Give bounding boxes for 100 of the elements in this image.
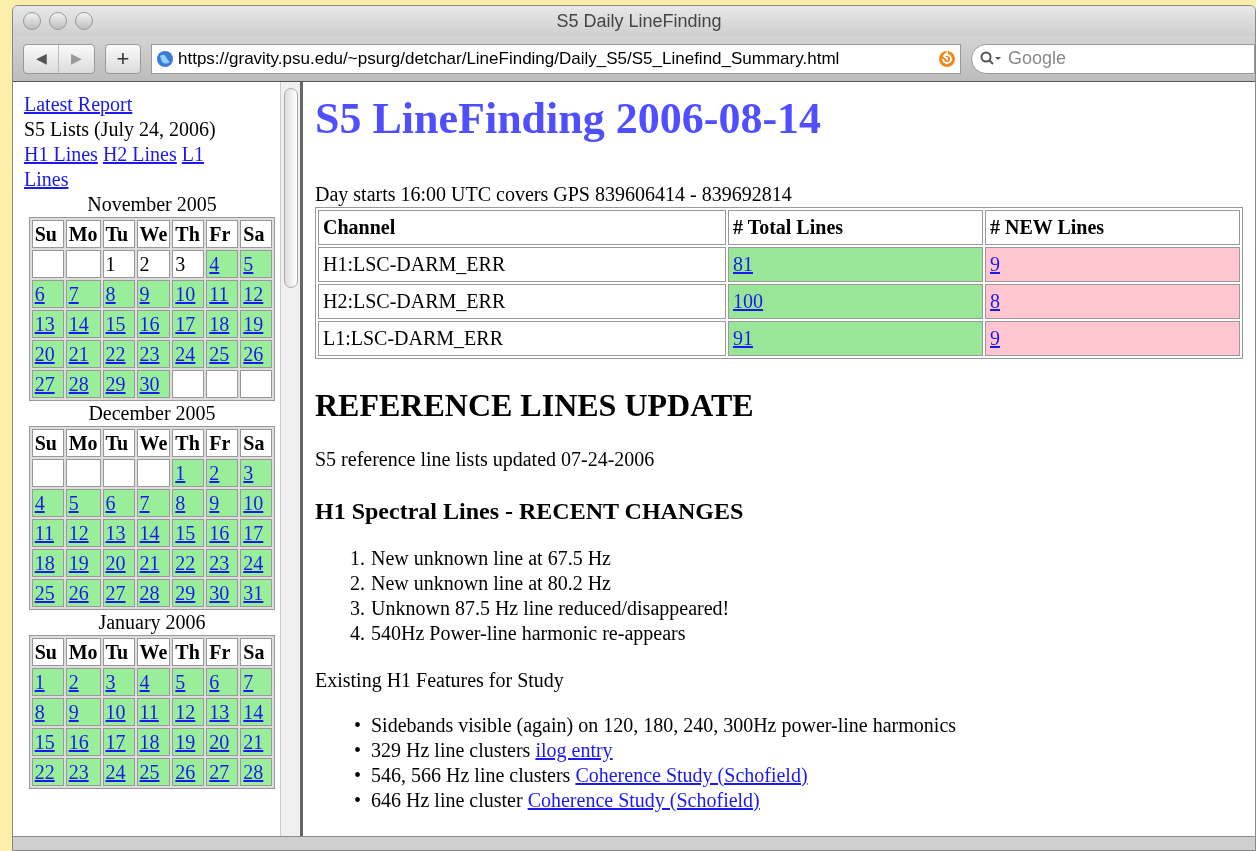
- day-cell[interactable]: 20: [102, 549, 135, 577]
- day-cell[interactable]: 8: [172, 489, 205, 517]
- feature-link[interactable]: Coherence Study (Schofield): [575, 764, 808, 786]
- new-lines-link[interactable]: 9: [990, 253, 1000, 275]
- day-cell[interactable]: 30: [136, 370, 171, 398]
- day-cell[interactable]: 18: [31, 549, 64, 577]
- day-cell[interactable]: 10: [172, 280, 205, 308]
- day-cell[interactable]: 16: [65, 728, 101, 756]
- day-cell[interactable]: 9: [206, 489, 239, 517]
- day-cell[interactable]: 11: [206, 280, 239, 308]
- day-cell[interactable]: 12: [65, 519, 101, 547]
- total-lines-link[interactable]: 100: [733, 290, 763, 312]
- total-lines-link[interactable]: 81: [733, 253, 753, 275]
- day-cell[interactable]: 26: [240, 340, 273, 368]
- day-cell[interactable]: 1: [172, 459, 205, 487]
- day-cell[interactable]: 14: [136, 519, 171, 547]
- day-cell[interactable]: 25: [136, 758, 171, 786]
- day-cell[interactable]: 19: [65, 549, 101, 577]
- day-cell[interactable]: 22: [172, 549, 205, 577]
- day-cell[interactable]: 17: [172, 310, 205, 338]
- day-cell[interactable]: 11: [31, 519, 64, 547]
- day-cell[interactable]: 18: [206, 310, 239, 338]
- day-cell[interactable]: 15: [172, 519, 205, 547]
- day-cell[interactable]: 27: [206, 758, 239, 786]
- add-bookmark-button[interactable]: +: [105, 43, 141, 74]
- day-cell[interactable]: 7: [136, 489, 171, 517]
- day-cell[interactable]: 17: [240, 519, 273, 547]
- day-cell[interactable]: 2: [65, 668, 101, 696]
- back-button[interactable]: ◀: [24, 44, 59, 73]
- day-cell[interactable]: 3: [102, 668, 135, 696]
- day-cell[interactable]: 23: [206, 549, 239, 577]
- day-cell[interactable]: 10: [102, 698, 135, 726]
- day-cell[interactable]: 23: [65, 758, 101, 786]
- day-cell[interactable]: 24: [172, 340, 205, 368]
- day-cell[interactable]: 30: [206, 579, 239, 607]
- day-cell[interactable]: 9: [65, 698, 101, 726]
- day-cell[interactable]: 7: [65, 280, 101, 308]
- day-cell[interactable]: 12: [172, 698, 205, 726]
- day-cell[interactable]: 1: [31, 668, 64, 696]
- day-cell[interactable]: 28: [65, 370, 101, 398]
- window-control-icon[interactable]: [49, 12, 67, 30]
- day-cell[interactable]: 23: [136, 340, 171, 368]
- day-cell[interactable]: 13: [31, 310, 64, 338]
- day-cell[interactable]: 2: [206, 459, 239, 487]
- day-cell[interactable]: 22: [31, 758, 64, 786]
- day-cell[interactable]: 22: [102, 340, 135, 368]
- day-cell[interactable]: 5: [172, 668, 205, 696]
- day-cell[interactable]: 8: [31, 698, 64, 726]
- day-cell[interactable]: 16: [206, 519, 239, 547]
- feature-link[interactable]: Coherence Study (Schofield): [527, 789, 760, 811]
- day-cell[interactable]: 20: [31, 340, 64, 368]
- day-cell[interactable]: 19: [172, 728, 205, 756]
- day-cell[interactable]: 14: [240, 698, 273, 726]
- day-cell[interactable]: 20: [206, 728, 239, 756]
- day-cell[interactable]: 9: [136, 280, 171, 308]
- day-cell[interactable]: 31: [240, 579, 273, 607]
- day-cell[interactable]: 28: [136, 579, 171, 607]
- day-cell[interactable]: 11: [136, 698, 171, 726]
- day-cell[interactable]: 13: [102, 519, 135, 547]
- day-cell[interactable]: 4: [31, 489, 64, 517]
- day-cell[interactable]: 25: [31, 579, 64, 607]
- day-cell[interactable]: 24: [102, 758, 135, 786]
- day-cell[interactable]: 24: [240, 549, 273, 577]
- day-cell[interactable]: 28: [240, 758, 273, 786]
- day-cell[interactable]: 7: [240, 668, 273, 696]
- day-cell[interactable]: 21: [65, 340, 101, 368]
- window-control-icon[interactable]: [23, 12, 41, 30]
- day-cell[interactable]: 21: [136, 549, 171, 577]
- day-cell[interactable]: 5: [240, 250, 273, 278]
- new-lines-link[interactable]: 9: [990, 327, 1000, 349]
- day-cell[interactable]: 4: [206, 250, 239, 278]
- day-cell[interactable]: 3: [240, 459, 273, 487]
- day-cell[interactable]: 12: [240, 280, 273, 308]
- day-cell[interactable]: 17: [102, 728, 135, 756]
- day-cell[interactable]: 21: [240, 728, 273, 756]
- day-cell[interactable]: 15: [31, 728, 64, 756]
- line-list-link[interactable]: H2 Lines: [102, 143, 177, 165]
- latest-report-link[interactable]: Latest Report: [24, 93, 133, 115]
- day-cell[interactable]: 29: [172, 579, 205, 607]
- new-lines-link[interactable]: 8: [990, 290, 1000, 312]
- day-cell[interactable]: 5: [65, 489, 101, 517]
- day-cell[interactable]: 27: [31, 370, 64, 398]
- day-cell[interactable]: 26: [65, 579, 101, 607]
- reload-icon[interactable]: [938, 49, 956, 68]
- day-cell[interactable]: 15: [102, 310, 135, 338]
- day-cell[interactable]: 6: [206, 668, 239, 696]
- search-input[interactable]: Google: [1008, 45, 1208, 72]
- line-list-link[interactable]: H1 Lines: [24, 143, 98, 165]
- day-cell[interactable]: 27: [102, 579, 135, 607]
- line-list-link[interactable]: Lines: [24, 168, 69, 190]
- day-cell[interactable]: 14: [65, 310, 101, 338]
- day-cell[interactable]: 13: [206, 698, 239, 726]
- day-cell[interactable]: 8: [102, 280, 135, 308]
- day-cell[interactable]: 19: [240, 310, 273, 338]
- line-list-link[interactable]: L1: [181, 143, 204, 165]
- feature-link[interactable]: ilog entry: [535, 739, 613, 761]
- day-cell[interactable]: 26: [172, 758, 205, 786]
- day-cell[interactable]: 18: [136, 728, 171, 756]
- window-control-icon[interactable]: [75, 12, 93, 30]
- day-cell[interactable]: 16: [136, 310, 171, 338]
